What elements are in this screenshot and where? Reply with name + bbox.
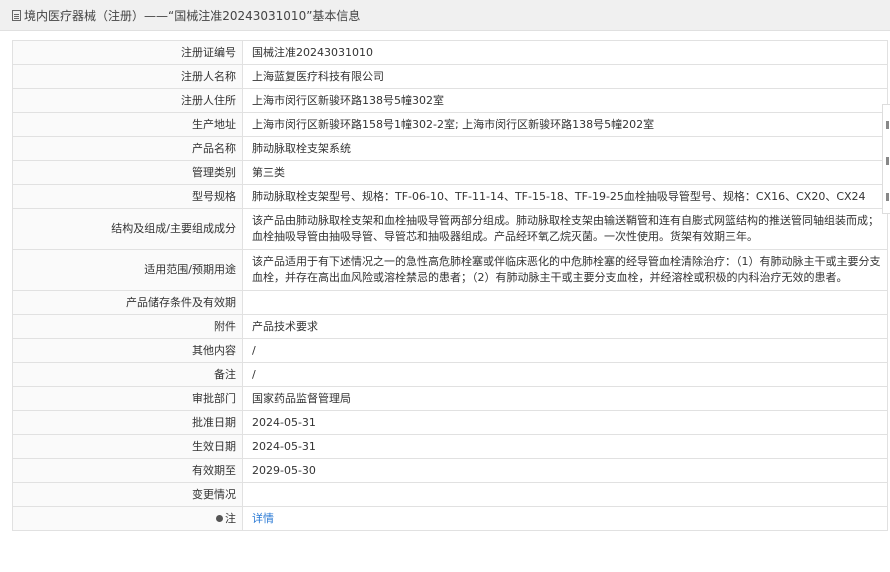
table-row: 注册人住所 上海市闵行区新骏环路138号5幢302室 bbox=[12, 88, 888, 113]
field-value: / bbox=[242, 362, 888, 387]
table-row: 附件 产品技术要求 bbox=[12, 314, 888, 339]
field-value: 产品技术要求 bbox=[242, 314, 888, 339]
field-value: 详情 bbox=[242, 506, 888, 531]
note-label-cell: 注 bbox=[12, 506, 243, 531]
table-row: 注册人名称 上海蓝复医疗科技有限公司 bbox=[12, 64, 888, 89]
field-value: 上海市闵行区新骏环路158号1幢302-2室; 上海市闵行区新骏环路138号5幢… bbox=[242, 112, 888, 137]
table-row: 批准日期 2024-05-31 bbox=[12, 410, 888, 435]
field-value: 2029-05-30 bbox=[242, 458, 888, 483]
field-label: 注册人名称 bbox=[12, 64, 243, 89]
field-label: 注 bbox=[225, 511, 236, 525]
field-label: 备注 bbox=[12, 362, 243, 387]
table-row: 型号规格 肺动脉取栓支架型号、规格：TF-06-10、TF-11-14、TF-1… bbox=[12, 184, 888, 209]
field-value bbox=[242, 482, 888, 507]
field-label: 附件 bbox=[12, 314, 243, 339]
field-label: 其他内容 bbox=[12, 338, 243, 363]
field-value bbox=[242, 290, 888, 315]
field-label: 管理类别 bbox=[12, 160, 243, 185]
field-label: 注册证编号 bbox=[12, 40, 243, 65]
field-label: 产品名称 bbox=[12, 136, 243, 161]
toolbar-mark-icon bbox=[886, 193, 889, 201]
field-value: 2024-05-31 bbox=[242, 410, 888, 435]
info-table: 注册证编号 国械注准20243031010 注册人名称 上海蓝复医疗科技有限公司… bbox=[12, 40, 888, 531]
table-row: 注 详情 bbox=[12, 506, 888, 531]
field-label: 生效日期 bbox=[12, 434, 243, 459]
table-row: 管理类别 第三类 bbox=[12, 160, 888, 185]
note-icon bbox=[216, 514, 223, 522]
table-row: 适用范围/预期用途 该产品适用于有下述情况之一的急性高危肺栓塞或伴临床恶化的中危… bbox=[12, 249, 888, 291]
document-icon bbox=[12, 9, 21, 21]
field-value: 上海蓝复医疗科技有限公司 bbox=[242, 64, 888, 89]
field-value: 第三类 bbox=[242, 160, 888, 185]
page-title: 境内医疗器械（注册）——“国械注准20243031010”基本信息 bbox=[24, 8, 361, 23]
field-label: 结构及组成/主要组成成分 bbox=[12, 208, 243, 250]
toolbar-mark-icon bbox=[886, 157, 889, 165]
field-label: 生产地址 bbox=[12, 112, 243, 137]
field-value: / bbox=[242, 338, 888, 363]
table-row: 产品名称 肺动脉取栓支架系统 bbox=[12, 136, 888, 161]
field-label: 审批部门 bbox=[12, 386, 243, 411]
field-value: 国家药品监督管理局 bbox=[242, 386, 888, 411]
table-row: 生产地址 上海市闵行区新骏环路158号1幢302-2室; 上海市闵行区新骏环路1… bbox=[12, 112, 888, 137]
field-value: 国械注准20243031010 bbox=[242, 40, 888, 65]
table-row: 其他内容 / bbox=[12, 338, 888, 363]
table-row: 产品储存条件及有效期 bbox=[12, 290, 888, 315]
field-label: 适用范围/预期用途 bbox=[12, 249, 243, 291]
field-label: 产品储存条件及有效期 bbox=[12, 290, 243, 315]
field-label: 有效期至 bbox=[12, 458, 243, 483]
field-label: 批准日期 bbox=[12, 410, 243, 435]
page-header: 境内医疗器械（注册）——“国械注准20243031010”基本信息 bbox=[0, 0, 890, 31]
table-row: 变更情况 bbox=[12, 482, 888, 507]
table-row: 备注 / bbox=[12, 362, 888, 387]
field-value: 该产品由肺动脉取栓支架和血栓抽吸导管两部分组成。肺动脉取栓支架由输送鞘管和连有自… bbox=[242, 208, 888, 250]
field-label: 注册人住所 bbox=[12, 88, 243, 113]
field-value: 上海市闵行区新骏环路138号5幢302室 bbox=[242, 88, 888, 113]
table-row: 审批部门 国家药品监督管理局 bbox=[12, 386, 888, 411]
table-row: 生效日期 2024-05-31 bbox=[12, 434, 888, 459]
field-value: 2024-05-31 bbox=[242, 434, 888, 459]
details-link[interactable]: 详情 bbox=[252, 512, 274, 525]
toolbar-mark-icon bbox=[886, 121, 889, 129]
field-label: 型号规格 bbox=[12, 184, 243, 209]
field-value: 肺动脉取栓支架型号、规格：TF-06-10、TF-11-14、TF-15-18、… bbox=[242, 184, 888, 209]
table-row: 有效期至 2029-05-30 bbox=[12, 458, 888, 483]
field-value: 肺动脉取栓支架系统 bbox=[242, 136, 888, 161]
field-value: 该产品适用于有下述情况之一的急性高危肺栓塞或伴临床恶化的中危肺栓塞的经导管血栓清… bbox=[242, 249, 888, 291]
table-row: 注册证编号 国械注准20243031010 bbox=[12, 40, 888, 65]
table-row: 结构及组成/主要组成成分 该产品由肺动脉取栓支架和血栓抽吸导管两部分组成。肺动脉… bbox=[12, 208, 888, 250]
side-toolbar[interactable] bbox=[882, 104, 890, 214]
field-label: 变更情况 bbox=[12, 482, 243, 507]
